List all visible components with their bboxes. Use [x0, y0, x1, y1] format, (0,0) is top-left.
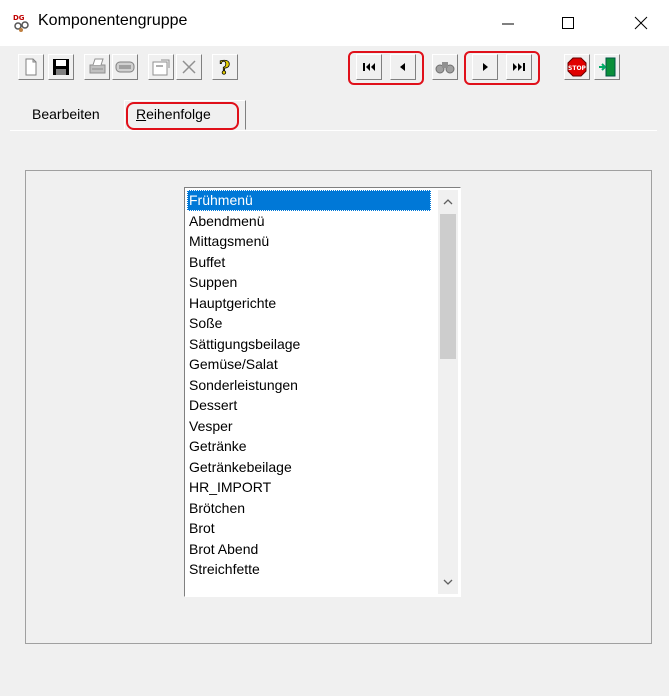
stop-button[interactable]: STOP [564, 54, 590, 80]
list-item[interactable]: Brot [187, 518, 431, 539]
tab-reihenfolge[interactable]: Reihenfolge [136, 106, 211, 122]
printer-icon [89, 58, 106, 74]
svg-text:STOP: STOP [568, 65, 587, 72]
title-bar: DG Komponentengruppe [0, 0, 669, 46]
new-button[interactable] [18, 54, 44, 80]
svg-text:?: ? [219, 57, 230, 77]
scrollbar-thumb[interactable] [440, 214, 456, 359]
next-record-button[interactable] [472, 54, 498, 80]
list-item[interactable]: Brötchen [187, 498, 431, 519]
scroll-down-arrow-icon[interactable] [438, 572, 458, 592]
list-item[interactable]: Suppen [187, 272, 431, 293]
last-record-icon [513, 63, 525, 71]
maximize-button[interactable] [545, 0, 591, 46]
list-item[interactable]: Soße [187, 313, 431, 334]
list-item[interactable]: Abendmenü [187, 211, 431, 232]
list-item[interactable]: Gemüse/Salat [187, 354, 431, 375]
component-group-list[interactable]: Frühmenü Abendmenü Mittagsmenü Buffet Suppen… [184, 187, 461, 597]
minimize-button[interactable] [485, 0, 531, 46]
search-button[interactable] [432, 54, 458, 80]
next-record-icon [483, 63, 488, 71]
previous-record-button[interactable] [390, 54, 416, 80]
list-item[interactable]: Brot Abend [187, 539, 431, 560]
list-item[interactable]: Mittagsmenü [187, 231, 431, 252]
binoculars-icon [435, 62, 455, 74]
list-item[interactable]: Getränke [187, 436, 431, 457]
print-button[interactable] [84, 54, 110, 80]
exit-button[interactable] [594, 54, 620, 80]
list-item[interactable]: Sonderleistungen [187, 375, 431, 396]
list-item[interactable]: Vesper [187, 416, 431, 437]
tab-bearbeiten[interactable]: Bearbeiten [32, 106, 100, 122]
app-icon: DG [10, 13, 32, 33]
device-icon [115, 61, 135, 73]
properties-icon [152, 59, 170, 76]
list-item[interactable]: Hauptgerichte [187, 293, 431, 314]
scroll-up-arrow-icon[interactable] [438, 192, 458, 212]
delete-button[interactable] [176, 54, 202, 80]
list-items: Frühmenü Abendmenü Mittagsmenü Buffet Suppen… [187, 190, 431, 580]
last-record-button[interactable] [506, 54, 532, 80]
window-title: Komponentengruppe [38, 12, 188, 29]
list-item[interactable]: Frühmenü [187, 190, 431, 211]
question-mark-icon: ? [219, 57, 231, 77]
list-item[interactable]: Streichfette [187, 559, 431, 580]
list-item[interactable]: Buffet [187, 252, 431, 273]
delete-x-icon [182, 60, 196, 74]
stop-sign-icon: STOP [567, 57, 587, 77]
save-button[interactable] [48, 54, 74, 80]
close-button[interactable] [618, 0, 664, 46]
help-button[interactable]: ? [212, 54, 238, 80]
previous-record-icon [400, 63, 405, 71]
exit-door-icon [599, 57, 616, 77]
tab-separator [10, 130, 657, 131]
svg-text:DG: DG [13, 14, 25, 22]
new-document-icon [25, 58, 37, 76]
first-record-icon [363, 63, 375, 71]
vertical-scrollbar[interactable] [438, 190, 458, 594]
list-item[interactable]: HR_IMPORT [187, 477, 431, 498]
print-preview-button[interactable] [112, 54, 138, 80]
list-item[interactable]: Dessert [187, 395, 431, 416]
properties-button[interactable] [148, 54, 174, 80]
floppy-disk-icon [53, 59, 69, 75]
list-item[interactable]: Getränkebeilage [187, 457, 431, 478]
first-record-button[interactable] [356, 54, 382, 80]
list-item[interactable]: Sättigungsbeilage [187, 334, 431, 355]
